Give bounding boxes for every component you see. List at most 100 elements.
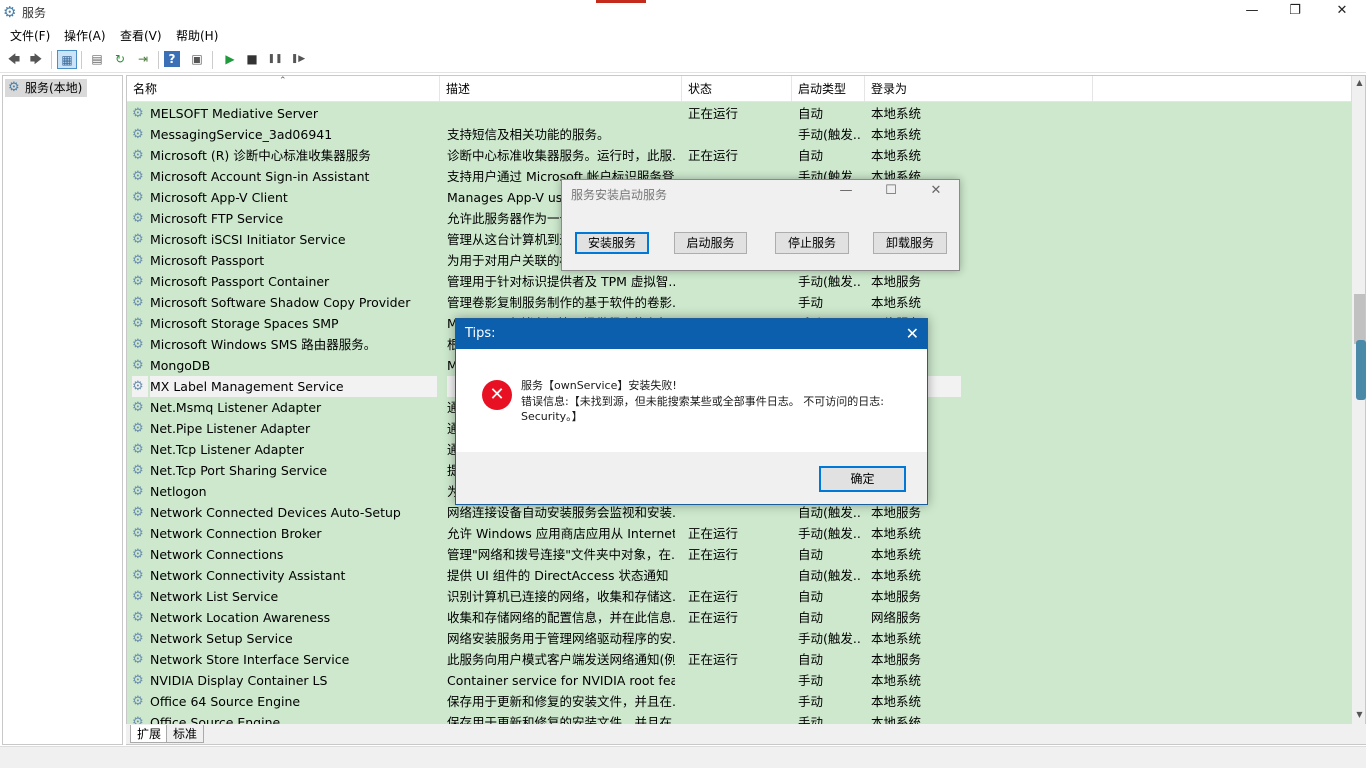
menu-file[interactable]: 文件(F) <box>10 27 50 44</box>
show-tree-icon[interactable]: ▦ <box>57 50 77 69</box>
service-gear-icon: ⚙ <box>132 505 144 520</box>
pause-service-icon[interactable]: ❚❚ <box>265 50 285 69</box>
service-name: Microsoft Passport <box>150 253 265 268</box>
resume-service-icon[interactable]: ❚▶ <box>288 50 308 69</box>
uninstall-service-button[interactable]: 卸载服务 <box>873 232 947 254</box>
back-arrow-icon[interactable]: 🡄 <box>4 50 24 69</box>
install-service-button[interactable]: 安装服务 <box>575 232 649 254</box>
service-description: 收集和存储网络的配置信息，并在此信息... <box>447 610 675 625</box>
service-gear-icon: ⚙ <box>132 376 148 397</box>
service-status <box>688 565 788 586</box>
column-header-description[interactable]: 描述 <box>440 76 682 102</box>
tree-item-services-local[interactable]: ⚙ 服务(本地) <box>5 79 88 97</box>
service-log-on-as: 本地系统 <box>871 148 922 163</box>
service-row[interactable]: ⚙ MELSOFT Mediative Server 正在运行 自动 本地系统 <box>127 103 1351 124</box>
view-options-icon[interactable]: ▣ <box>187 50 207 69</box>
service-row[interactable]: ⚙ Network Connection Broker 允许 Windows 应用商… <box>127 523 1351 544</box>
service-gear-icon: ⚙ <box>132 421 144 436</box>
service-row[interactable]: ⚙ Network List Service 识别计算机已连接的网络，收集和存储这.… <box>127 586 1351 607</box>
tab-extended[interactable]: 扩展 <box>130 725 169 743</box>
service-description: 管理用于针对标识提供者及 TPM 虚拟智... <box>447 274 675 289</box>
service-log-on-as: 本地系统 <box>871 673 922 688</box>
service-row[interactable]: ⚙ Microsoft (R) 诊断中心标准收集器服务 诊断中心标准收集器服务。运行… <box>127 145 1351 166</box>
tips-error-dialog: Tips: ✕ ✕ 服务【ownService】安装失败! 错误信息:【未找到源… <box>455 318 928 505</box>
help-icon[interactable]: ? <box>164 51 180 67</box>
scroll-up-arrow-icon[interactable]: ▲ <box>1352 78 1365 87</box>
menu-view[interactable]: 查看(V) <box>120 27 162 44</box>
scroll-down-arrow-icon[interactable]: ▼ <box>1352 710 1365 719</box>
vertical-scrollbar[interactable]: ▲ ▼ <box>1351 76 1365 744</box>
service-gear-icon: ⚙ <box>132 169 144 184</box>
service-row[interactable]: ⚙ MessagingService_3ad06941 支持短信及相关功能的服务。 手… <box>127 124 1351 145</box>
start-service-button[interactable]: 启动服务 <box>674 232 747 254</box>
service-log-on-as: 本地系统 <box>871 106 922 121</box>
tree-item-label: 服务(本地) <box>25 81 83 95</box>
menu-help[interactable]: 帮助(H) <box>176 27 218 44</box>
start-service-icon[interactable]: ▶ <box>220 50 240 69</box>
service-description <box>447 103 675 124</box>
service-log-on-as: 本地系统 <box>871 295 922 310</box>
dialog-maximize-button[interactable]: ☐ <box>868 183 914 198</box>
service-status: 正在运行 <box>688 526 739 541</box>
properties-icon[interactable]: ▤ <box>87 50 107 69</box>
service-status: 正在运行 <box>688 610 739 625</box>
tips-dialog-title: Tips: <box>465 326 496 341</box>
service-row[interactable]: ⚙ NVIDIA Display Container LS Container se… <box>127 670 1351 691</box>
service-description: 识别计算机已连接的网络，收集和存储这... <box>447 589 675 604</box>
service-log-on-as: 本地系统 <box>871 631 922 646</box>
service-row[interactable]: ⚙ Network Connectivity Assistant 提供 UI 组件的… <box>127 565 1351 586</box>
service-status: 正在运行 <box>688 106 739 121</box>
service-row[interactable]: ⚙ Microsoft Software Shadow Copy Provider… <box>127 292 1351 313</box>
service-row[interactable]: ⚙ Network Setup Service 网络安装服务用于管理网络驱动程序的安… <box>127 628 1351 649</box>
column-header-startup-type[interactable]: 启动类型 <box>792 76 865 102</box>
service-row[interactable]: ⚙ Office 64 Source Engine 保存用于更新和修复的安装文件，并… <box>127 691 1351 712</box>
column-header-log-on-as[interactable]: 登录为 <box>865 76 1093 102</box>
service-row[interactable]: ⚙ Network Connections 管理"网络和拨号连接"文件夹中对象，在.… <box>127 544 1351 565</box>
tab-standard[interactable]: 标准 <box>166 725 205 743</box>
service-startup-type: 自动 <box>798 589 824 604</box>
service-row[interactable]: ⚙ Network Connected Devices Auto-Setup 网络连… <box>127 502 1351 523</box>
error-icon: ✕ <box>482 380 512 410</box>
service-startup-type: 手动 <box>798 673 824 688</box>
service-gear-icon: ⚙ <box>132 127 144 142</box>
service-status <box>688 502 788 523</box>
tips-close-icon[interactable]: ✕ <box>906 319 919 349</box>
error-message-line1: 服务【ownService】安装失败! <box>521 379 677 392</box>
service-log-on-as: 本地服务 <box>871 652 922 667</box>
forward-arrow-icon[interactable]: 🡆 <box>26 50 46 69</box>
column-header-name[interactable]: 名称 ⌃ <box>127 76 440 102</box>
service-gear-icon: ⚙ <box>132 652 144 667</box>
service-row[interactable]: ⚙ Network Store Interface Service 此服务向用户模式… <box>127 649 1351 670</box>
install-dialog-body: 安装服务 启动服务 停止服务 卸载服务 <box>562 210 959 270</box>
service-name: MessagingService_3ad06941 <box>150 127 333 142</box>
column-header-status[interactable]: 状态 <box>682 76 792 102</box>
minimize-button[interactable]: — <box>1228 0 1276 23</box>
export-list-icon[interactable]: ⇥ <box>133 50 153 69</box>
window-title: 服务 <box>22 6 47 20</box>
service-name: Network Connection Broker <box>150 526 322 541</box>
service-status: 正在运行 <box>688 652 739 667</box>
maximize-button[interactable]: ❐ <box>1271 0 1319 23</box>
error-message: 服务【ownService】安装失败! 错误信息:【未找到源，但未能搜索某些或全… <box>521 378 901 425</box>
service-gear-icon: ⚙ <box>132 148 144 163</box>
ok-button[interactable]: 确定 <box>819 466 906 492</box>
dialog-close-button[interactable]: ✕ <box>913 183 959 198</box>
close-button[interactable]: ✕ <box>1318 0 1366 23</box>
service-gear-icon: ⚙ <box>132 337 144 352</box>
service-gear-icon: ⚙ <box>132 547 144 562</box>
service-name: Office 64 Source Engine <box>150 694 301 709</box>
service-name: Network Setup Service <box>150 631 293 646</box>
service-gear-icon: ⚙ <box>132 631 144 646</box>
service-name: Microsoft Storage Spaces SMP <box>150 316 339 331</box>
dialog-minimize-button[interactable]: — <box>823 183 869 198</box>
stop-service-icon[interactable]: ■ <box>242 50 262 69</box>
service-row[interactable]: ⚙ Microsoft Passport Container 管理用于针对标识提供者… <box>127 271 1351 292</box>
scrollbar-thumb[interactable] <box>1354 294 1365 344</box>
service-name: Net.Msmq Listener Adapter <box>150 400 322 415</box>
menu-action[interactable]: 操作(A) <box>64 27 106 44</box>
service-row[interactable]: ⚙ Network Location Awareness 收集和存储网络的配置信息，… <box>127 607 1351 628</box>
toolbar-separator <box>81 51 82 69</box>
services-gear-icon: ⚙ <box>3 3 17 21</box>
refresh-icon[interactable]: ↻ <box>110 50 130 69</box>
stop-service-button[interactable]: 停止服务 <box>775 232 849 254</box>
